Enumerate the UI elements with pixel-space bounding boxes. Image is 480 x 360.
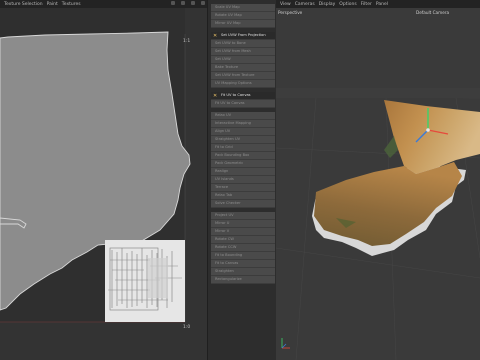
uv-tools-panel: Scale UV Map Rotate UV Map Mirror UV Map ✕ S… [207,0,278,360]
panel-button[interactable]: Set UVW from Texture [211,72,275,80]
panel-header-2[interactable]: ✕ Fit UV to Canvas [211,92,275,100]
panel-header-1[interactable]: ✕ Set UVW From Projection [211,32,275,40]
panel-button[interactable]: Align UV [211,128,275,136]
texture-editor-menubar: Texture Selection Paint Textures [0,0,207,8]
panel-button[interactable]: Mirror UV Map [211,20,275,28]
panel-button[interactable]: Set UVW from Mesh [211,48,275,56]
panel-button[interactable]: Project UV [211,212,275,220]
menu-options[interactable]: Options [339,2,356,7]
panel-button[interactable]: Straighten UV [211,136,275,144]
panel-button[interactable]: Rotate UV Map [211,12,275,20]
panel-button[interactable]: Pack Geometric [211,160,275,168]
view-icon-4[interactable] [201,1,205,5]
panel-button[interactable]: Fit UV to Canvas [211,100,275,108]
panel-button[interactable]: Fit to Bounding [211,252,275,260]
axis-indicator [281,338,290,349]
panel-button[interactable]: Scale UV Map [211,4,275,12]
panel-button[interactable]: Realign [211,168,275,176]
menu-texture-selection[interactable]: Texture Selection [4,2,43,7]
panel-header-label: Fit UV to Canvas [221,93,251,97]
panel-button[interactable]: Mirror V [211,228,275,236]
3d-viewport[interactable]: Perspective Default Camera [276,8,480,360]
panel-button[interactable]: Mirror U [211,220,275,228]
panel-button[interactable]: Relax UV [211,112,275,120]
panel-button[interactable]: Terrace [211,184,275,192]
uv-island-cluster[interactable] [105,240,185,322]
uv-editor-pane[interactable]: 1:1 1:0 [0,8,207,360]
tool-icon: ✕ [213,32,218,39]
terrain-mesh[interactable] [312,100,480,256]
view-icon-1[interactable] [171,1,175,5]
view-icon-2[interactable] [181,1,185,5]
uv-cluster-block [148,258,168,298]
panel-button[interactable]: Pack Bounding Box [211,152,275,160]
panel-button[interactable]: Solve Checker [211,200,275,208]
viewport-menubar: View Cameras Display Options Filter Pane… [276,0,480,8]
menu-view[interactable]: View [280,2,291,7]
uv-corner-top-label: 1:1 [183,38,190,44]
panel-button[interactable]: Straighten [211,268,275,276]
panel-button[interactable]: Rotate CW [211,236,275,244]
menu-cameras[interactable]: Cameras [295,2,315,7]
panel-button[interactable]: Rectangularize [211,276,275,284]
panel-button[interactable]: UV Islands [211,176,275,184]
panel-button[interactable]: UV Mapping Options [211,80,275,88]
terrain-south [314,162,462,246]
viewport-scene[interactable] [276,8,480,360]
panel-button[interactable]: Relax Tab [211,192,275,200]
panel-button[interactable]: Interactive Mapping [211,120,275,128]
uv-canvas[interactable]: 1:1 1:0 [0,8,207,360]
menu-textures[interactable]: Textures [62,2,81,7]
texture-view-icons [167,1,205,5]
menu-panel[interactable]: Panel [376,2,388,7]
menu-paint[interactable]: Paint [47,2,58,7]
panel-button[interactable]: Bake Texture [211,64,275,72]
panel-header-label: Set UVW From Projection [221,33,266,37]
tool-icon: ✕ [213,92,218,99]
menu-filter[interactable]: Filter [361,2,372,7]
panel-button[interactable]: Fit to Grid [211,144,275,152]
viewport-horizon [276,88,480,98]
gizmo-center[interactable] [426,128,430,132]
panel-button[interactable]: Rotate CCW [211,244,275,252]
view-icon-3[interactable] [191,1,195,5]
uv-corner-bottom-label: 1:0 [183,324,190,330]
panel-button[interactable]: Set UVW [211,56,275,64]
menu-display[interactable]: Display [319,2,336,7]
panel-button[interactable]: Fit to Canvas [211,260,275,268]
panel-button[interactable]: Set UVW to Bone [211,40,275,48]
